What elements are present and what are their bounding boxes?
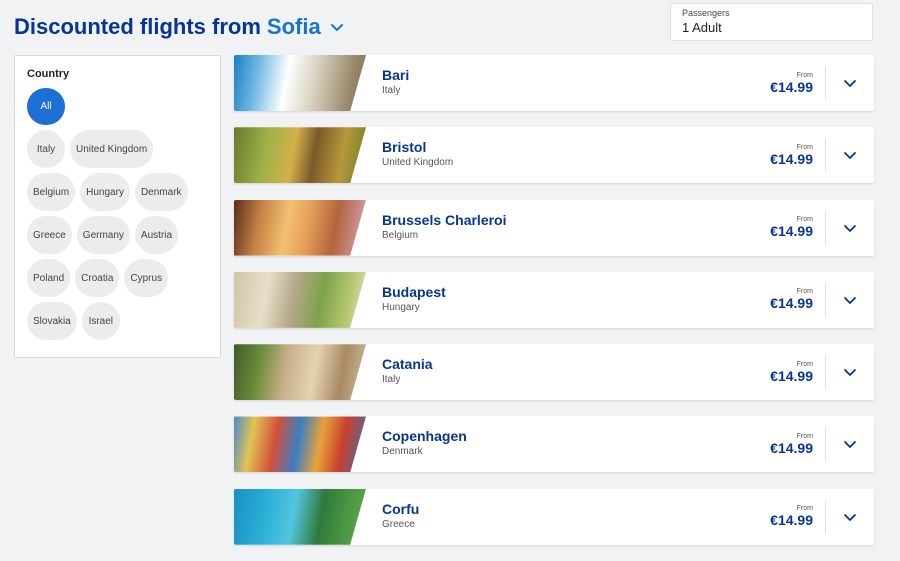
price-amount: €14.99 (770, 439, 813, 456)
destination-image (234, 127, 366, 184)
price-amount: €14.99 (770, 295, 813, 312)
price-from-label: From (796, 216, 813, 224)
price-block: From €14.99 (753, 210, 826, 245)
passengers-selector[interactable]: Passengers 1 Adult (670, 3, 873, 41)
destination-image (234, 271, 366, 328)
price-from-label: From (796, 360, 813, 368)
destination-country: Italy (382, 85, 401, 96)
chevron-down-icon[interactable] (826, 272, 874, 328)
origin-city-selector[interactable]: Sofia (267, 14, 321, 40)
price-amount: €14.99 (770, 150, 813, 167)
destination-city: Bristol (382, 139, 427, 156)
country-chip-denmark[interactable]: Denmark (134, 173, 188, 211)
chevron-down-icon[interactable] (826, 416, 874, 472)
price-from-label: From (796, 288, 813, 296)
country-chip-all[interactable]: All (27, 88, 65, 125)
destination-country: Greece (382, 518, 415, 530)
price-from-label: From (796, 505, 813, 513)
price-block: From €14.99 (753, 355, 826, 390)
flight-card[interactable]: Budapest Hungary From €14.99 (234, 271, 874, 328)
price-amount: €14.99 (770, 512, 813, 529)
destination-country: Hungary (382, 301, 420, 313)
destination-image (234, 55, 366, 111)
price-from-label: From (796, 143, 813, 151)
price-from-label: From (796, 71, 813, 79)
flight-card[interactable]: Bari Italy From €14.99 (234, 55, 874, 111)
chevron-down-icon[interactable] (826, 344, 874, 400)
price-amount: €14.99 (770, 367, 813, 384)
price-from-label: From (796, 432, 813, 440)
destination-country: United Kingdom (382, 157, 454, 169)
country-chip-slovakia[interactable]: Slovakia (27, 302, 77, 340)
passengers-label: Passengers (682, 8, 730, 18)
price-amount: €14.99 (770, 223, 813, 240)
chevron-down-icon[interactable] (826, 489, 874, 545)
price-block: From €14.99 (753, 282, 826, 317)
flight-card[interactable]: Corfu Greece From €14.99 (234, 488, 874, 545)
price-block: From €14.99 (753, 138, 826, 173)
destination-image (234, 344, 366, 401)
country-chip-israel[interactable]: Israel (81, 302, 120, 340)
destination-image (234, 416, 366, 473)
country-chip-poland[interactable]: Poland (27, 259, 71, 297)
country-filter-heading: Country (27, 68, 70, 80)
destination-city: Brussels Charleroi (382, 211, 507, 228)
chevron-down-icon[interactable] (329, 19, 345, 35)
flight-card[interactable]: Brussels Charleroi Belgium From €14.99 (234, 199, 874, 256)
price-block: From €14.99 (753, 427, 826, 462)
page-title: Discounted flights from Sofia (14, 14, 345, 40)
flight-list: Bari Italy From €14.99 Bristol United Ki… (234, 55, 874, 561)
country-filter-panel: Country All Italy United Kingdom Belgium… (14, 55, 221, 358)
destination-country: Belgium (382, 229, 419, 241)
flight-card[interactable]: Catania Italy From €14.99 (234, 344, 874, 401)
chevron-down-icon[interactable] (826, 200, 874, 256)
destination-image (234, 488, 366, 545)
destination-city: Budapest (382, 283, 446, 300)
country-chip-germany[interactable]: Germany (76, 216, 130, 254)
destination-city: Copenhagen (382, 428, 467, 445)
passengers-value: 1 Adult (682, 20, 722, 35)
price-block: From €14.99 (753, 499, 826, 534)
country-chip-greece[interactable]: Greece (27, 216, 72, 254)
destination-country: Italy (382, 374, 401, 386)
country-chip-croatia[interactable]: Croatia (75, 259, 120, 297)
flight-card[interactable]: Bristol United Kingdom From €14.99 (234, 127, 874, 184)
price-amount: €14.99 (770, 78, 813, 95)
destination-image (234, 199, 366, 256)
page-title-prefix: Discounted flights from (14, 14, 261, 39)
destination-country: Denmark (382, 446, 423, 458)
origin-city-name: Sofia (266, 14, 321, 39)
destination-city: Corfu (382, 500, 420, 517)
destination-city: Catania (382, 356, 433, 373)
chevron-down-icon[interactable] (826, 127, 874, 183)
country-chip-austria[interactable]: Austria (134, 216, 179, 254)
destination-city: Bari (382, 67, 410, 83)
country-chip-hungary[interactable]: Hungary (80, 173, 130, 211)
price-block: From €14.99 (753, 66, 826, 100)
country-chip-belgium[interactable]: Belgium (27, 173, 76, 211)
country-chip-italy[interactable]: Italy (27, 130, 65, 168)
flight-card[interactable]: Copenhagen Denmark From €14.99 (234, 416, 874, 473)
country-chip-united-kingdom[interactable]: United Kingdom (70, 130, 154, 168)
chevron-down-icon[interactable] (826, 55, 874, 111)
country-chip-cyprus[interactable]: Cyprus (124, 259, 169, 297)
